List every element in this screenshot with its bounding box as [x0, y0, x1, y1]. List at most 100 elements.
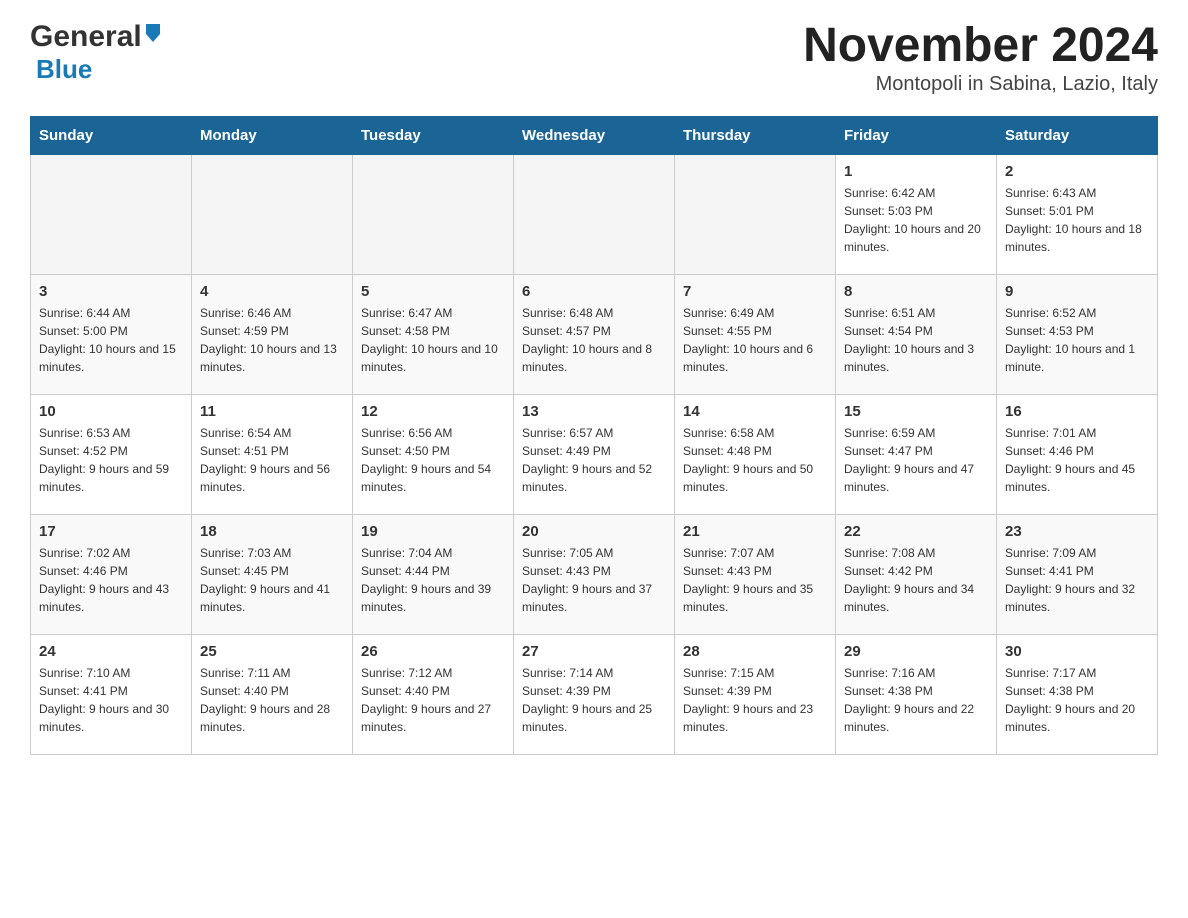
weekday-header-friday: Friday [836, 116, 997, 154]
day-number: 13 [522, 403, 666, 420]
day-number: 27 [522, 643, 666, 660]
day-info: Sunrise: 6:47 AMSunset: 4:58 PMDaylight:… [361, 304, 505, 376]
day-info: Sunrise: 7:05 AMSunset: 4:43 PMDaylight:… [522, 544, 666, 616]
calendar-cell: 14 Sunrise: 6:58 AMSunset: 4:48 PMDayligh… [675, 394, 836, 514]
calendar-cell: 8 Sunrise: 6:51 AMSunset: 4:54 PMDaylight… [836, 274, 997, 394]
calendar-cell: 7 Sunrise: 6:49 AMSunset: 4:55 PMDaylight… [675, 274, 836, 394]
calendar-cell: 4Sunrise: 6:46 AMSunset: 4:59 PMDaylight… [192, 274, 353, 394]
calendar-cell: 27 Sunrise: 7:14 AMSunset: 4:39 PMDayligh… [514, 634, 675, 754]
day-number: 20 [522, 523, 666, 540]
calendar-cell [31, 154, 192, 274]
calendar-cell: 10 Sunrise: 6:53 AMSunset: 4:52 PMDayligh… [31, 394, 192, 514]
calendar-cell: 23Sunrise: 7:09 AMSunset: 4:41 PMDayligh… [997, 514, 1158, 634]
calendar-cell: 19 Sunrise: 7:04 AMSunset: 4:44 PMDayligh… [353, 514, 514, 634]
calendar-cell [192, 154, 353, 274]
page-title: November 2024 [803, 20, 1158, 73]
day-number: 25 [200, 643, 344, 660]
calendar-cell: 17Sunrise: 7:02 AMSunset: 4:46 PMDayligh… [31, 514, 192, 634]
day-info: Sunrise: 6:42 AMSunset: 5:03 PMDaylight:… [844, 184, 988, 256]
logo-general-text: General [30, 20, 142, 54]
day-number: 7 [683, 283, 827, 300]
day-info: Sunrise: 7:14 AMSunset: 4:39 PMDaylight:… [522, 664, 666, 736]
day-info: Sunrise: 6:59 AMSunset: 4:47 PMDaylight:… [844, 424, 988, 496]
day-number: 19 [361, 523, 505, 540]
calendar-cell: 3 Sunrise: 6:44 AMSunset: 5:00 PMDaylight… [31, 274, 192, 394]
calendar-cell: 12 Sunrise: 6:56 AMSunset: 4:50 PMDayligh… [353, 394, 514, 514]
calendar-cell: 24 Sunrise: 7:10 AMSunset: 4:41 PMDayligh… [31, 634, 192, 754]
calendar-cell: 15 Sunrise: 6:59 AMSunset: 4:47 PMDayligh… [836, 394, 997, 514]
weekday-header-sunday: Sunday [31, 116, 192, 154]
logo: General Blue [30, 20, 164, 85]
day-info: Sunrise: 6:48 AMSunset: 4:57 PMDaylight:… [522, 304, 666, 376]
calendar-cell: 26 Sunrise: 7:12 AMSunset: 4:40 PMDayligh… [353, 634, 514, 754]
day-info: Sunrise: 6:43 AMSunset: 5:01 PMDaylight:… [1005, 184, 1149, 256]
title-block: November 2024 Montopoli in Sabina, Lazio… [803, 20, 1158, 96]
calendar-cell: 6 Sunrise: 6:48 AMSunset: 4:57 PMDaylight… [514, 274, 675, 394]
calendar-cell: 9Sunrise: 6:52 AMSunset: 4:53 PMDaylight… [997, 274, 1158, 394]
calendar-table: SundayMondayTuesdayWednesdayThursdayFrid… [30, 116, 1158, 755]
day-info: Sunrise: 7:15 AMSunset: 4:39 PMDaylight:… [683, 664, 827, 736]
calendar-cell [353, 154, 514, 274]
calendar-cell [514, 154, 675, 274]
weekday-header-wednesday: Wednesday [514, 116, 675, 154]
day-number: 16 [1005, 403, 1149, 420]
day-info: Sunrise: 6:57 AMSunset: 4:49 PMDaylight:… [522, 424, 666, 496]
day-number: 8 [844, 283, 988, 300]
day-info: Sunrise: 6:53 AMSunset: 4:52 PMDaylight:… [39, 424, 183, 496]
weekday-header-saturday: Saturday [997, 116, 1158, 154]
calendar-cell: 16 Sunrise: 7:01 AMSunset: 4:46 PMDayligh… [997, 394, 1158, 514]
day-number: 10 [39, 403, 183, 420]
day-number: 1 [844, 163, 988, 180]
day-info: Sunrise: 6:49 AMSunset: 4:55 PMDaylight:… [683, 304, 827, 376]
day-info: Sunrise: 7:01 AMSunset: 4:46 PMDaylight:… [1005, 424, 1149, 496]
logo-arrow-icon [142, 20, 164, 47]
calendar-cell: 30 Sunrise: 7:17 AMSunset: 4:38 PMDayligh… [997, 634, 1158, 754]
day-info: Sunrise: 7:04 AMSunset: 4:44 PMDaylight:… [361, 544, 505, 616]
day-number: 29 [844, 643, 988, 660]
day-number: 30 [1005, 643, 1149, 660]
day-info: Sunrise: 7:11 AMSunset: 4:40 PMDaylight:… [200, 664, 344, 736]
day-info: Sunrise: 7:12 AMSunset: 4:40 PMDaylight:… [361, 664, 505, 736]
day-number: 4 [200, 283, 344, 300]
day-number: 24 [39, 643, 183, 660]
day-info: Sunrise: 7:10 AMSunset: 4:41 PMDaylight:… [39, 664, 183, 736]
day-number: 18 [200, 523, 344, 540]
weekday-header-monday: Monday [192, 116, 353, 154]
day-info: Sunrise: 6:44 AMSunset: 5:00 PMDaylight:… [39, 304, 183, 376]
calendar-week-row: 1 Sunrise: 6:42 AMSunset: 5:03 PMDaylight… [31, 154, 1158, 274]
calendar-cell: 13 Sunrise: 6:57 AMSunset: 4:49 PMDayligh… [514, 394, 675, 514]
calendar-cell: 29 Sunrise: 7:16 AMSunset: 4:38 PMDayligh… [836, 634, 997, 754]
day-info: Sunrise: 6:58 AMSunset: 4:48 PMDaylight:… [683, 424, 827, 496]
weekday-header-row: SundayMondayTuesdayWednesdayThursdayFrid… [31, 116, 1158, 154]
day-info: Sunrise: 7:17 AMSunset: 4:38 PMDaylight:… [1005, 664, 1149, 736]
page-subtitle: Montopoli in Sabina, Lazio, Italy [803, 73, 1158, 96]
calendar-cell: 1 Sunrise: 6:42 AMSunset: 5:03 PMDaylight… [836, 154, 997, 274]
day-info: Sunrise: 6:52 AMSunset: 4:53 PMDaylight:… [1005, 304, 1149, 376]
calendar-week-row: 17Sunrise: 7:02 AMSunset: 4:46 PMDayligh… [31, 514, 1158, 634]
calendar-cell: 20 Sunrise: 7:05 AMSunset: 4:43 PMDayligh… [514, 514, 675, 634]
calendar-cell: 18Sunrise: 7:03 AMSunset: 4:45 PMDayligh… [192, 514, 353, 634]
calendar-cell: 25 Sunrise: 7:11 AMSunset: 4:40 PMDayligh… [192, 634, 353, 754]
day-info: Sunrise: 6:51 AMSunset: 4:54 PMDaylight:… [844, 304, 988, 376]
calendar-cell [675, 154, 836, 274]
day-info: Sunrise: 6:56 AMSunset: 4:50 PMDaylight:… [361, 424, 505, 496]
day-number: 11 [200, 403, 344, 420]
day-info: Sunrise: 7:16 AMSunset: 4:38 PMDaylight:… [844, 664, 988, 736]
day-number: 23 [1005, 523, 1149, 540]
calendar-cell: 22 Sunrise: 7:08 AMSunset: 4:42 PMDayligh… [836, 514, 997, 634]
calendar-cell: 11Sunrise: 6:54 AMSunset: 4:51 PMDayligh… [192, 394, 353, 514]
day-info: Sunrise: 7:02 AMSunset: 4:46 PMDaylight:… [39, 544, 183, 616]
day-number: 6 [522, 283, 666, 300]
day-number: 12 [361, 403, 505, 420]
day-number: 15 [844, 403, 988, 420]
day-info: Sunrise: 7:08 AMSunset: 4:42 PMDaylight:… [844, 544, 988, 616]
calendar-cell: 21Sunrise: 7:07 AMSunset: 4:43 PMDayligh… [675, 514, 836, 634]
weekday-header-thursday: Thursday [675, 116, 836, 154]
page-header: General Blue November 2024 Montopoli in … [30, 20, 1158, 96]
calendar-week-row: 10 Sunrise: 6:53 AMSunset: 4:52 PMDayligh… [31, 394, 1158, 514]
day-number: 22 [844, 523, 988, 540]
weekday-header-tuesday: Tuesday [353, 116, 514, 154]
day-number: 3 [39, 283, 183, 300]
day-number: 26 [361, 643, 505, 660]
day-number: 14 [683, 403, 827, 420]
